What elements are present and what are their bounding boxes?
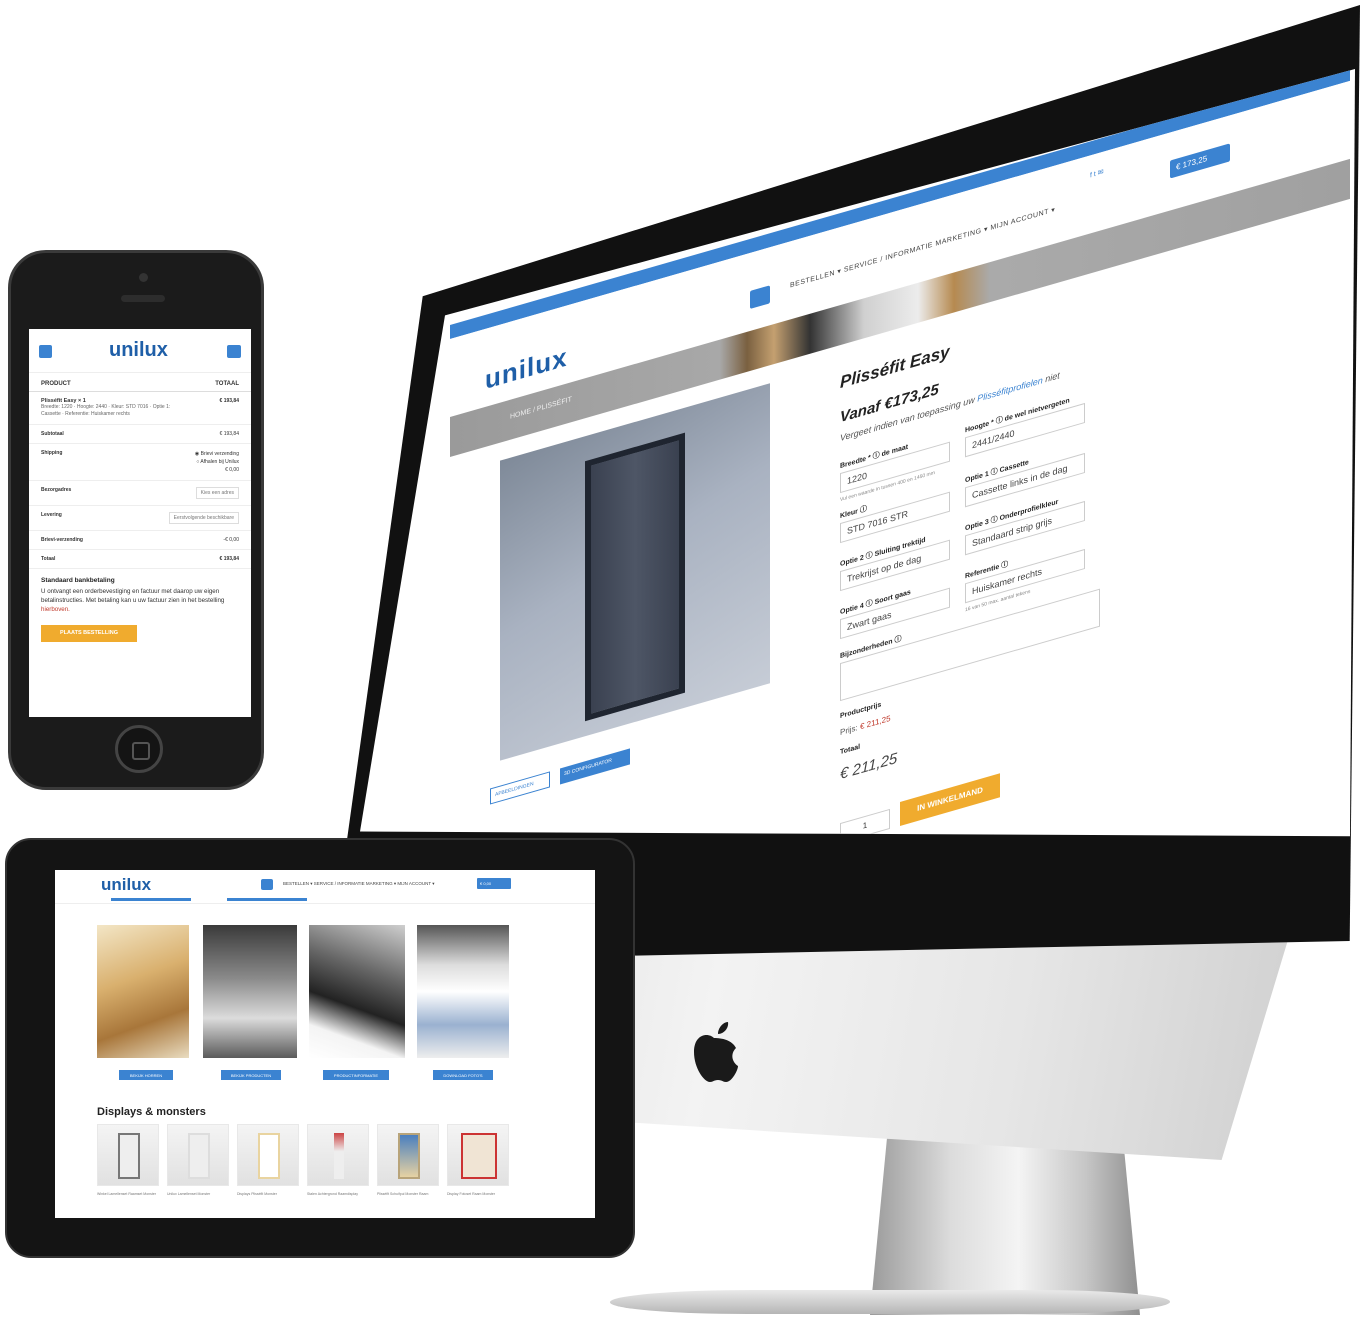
product-card-text[interactable]: Plisséfit Schuifpui Monster Raam (377, 1192, 439, 1197)
phone-header: unilux (29, 329, 251, 373)
order-table-header: PRODUCT TOTAAL (29, 381, 251, 392)
configurator-button[interactable]: 3D CONFIGURATOR (560, 748, 630, 785)
tablet-nav[interactable]: BESTELLEN ▾ SERVICE / INFORMATIE MARKETI… (283, 881, 435, 887)
view-products-button[interactable]: BEKIJK PRODUCTEN (221, 1070, 281, 1080)
product-card-text[interactable]: Winkel Lamellenset Raamset Monster (97, 1192, 159, 1197)
nav-underline (111, 898, 191, 901)
order-line-item: Plisséfit Easy × 1 Breedte: 1220 · Hoogt… (29, 392, 251, 425)
product-card-text[interactable]: Displays Plisséfit Monster (237, 1192, 299, 1197)
door-render (585, 432, 685, 722)
color-select[interactable]: STD 7016 STR (840, 491, 950, 544)
product-card-text[interactable]: Stalen Achtergrond Raamdisplay (307, 1192, 369, 1197)
phone-screen: unilux PRODUCT TOTAAL Plisséfit Easy × 1 … (29, 329, 251, 717)
cart-icon[interactable] (227, 345, 241, 358)
total-label: Totaal (840, 743, 861, 757)
add-to-cart-button[interactable]: IN WINKELMAND (900, 773, 1000, 826)
shipping-row[interactable]: Shipping ◉ Brievi verzending ○ Afhalen b… (29, 444, 251, 481)
bank-text: U ontvangt een orderbevestiging en factu… (41, 588, 225, 613)
address-row[interactable]: Bezorgadres Kies een adres (29, 481, 251, 506)
displays-section-title: Displays & monsters (97, 1106, 206, 1118)
nav-underline (227, 898, 307, 901)
phone-device: unilux PRODUCT TOTAAL Plisséfit Easy × 1 … (8, 250, 264, 790)
product-card-text[interactable]: Unilux Lamellenset Monster (167, 1192, 229, 1197)
menu-icon[interactable] (39, 345, 52, 358)
tablet-device: unilux BESTELLEN ▾ SERVICE / INFORMATIE … (5, 838, 635, 1258)
place-order-button[interactable]: PLAATS BESTELLING (41, 624, 137, 642)
product-card[interactable] (237, 1124, 299, 1186)
subtotal-row: Subtotaal € 193,84 (29, 425, 251, 444)
download-photos-button[interactable]: DOWNLOAD FOTO'S (433, 1070, 493, 1080)
delivery-row[interactable]: Levering Eerstvolgende beschikbare (29, 506, 251, 531)
discount-row: Brievi-verzending -€ 0,00 (29, 531, 251, 550)
product-card-text[interactable]: Display Fotoset Raam Monster (447, 1192, 509, 1197)
total-row: Totaal € 193,84 (29, 550, 251, 569)
category-photo-fotos[interactable] (417, 925, 509, 1058)
total-value: € 211,25 (840, 749, 898, 784)
apple-logo-icon (688, 1020, 740, 1086)
tablet-logo[interactable]: unilux (101, 875, 151, 895)
product-card[interactable] (377, 1124, 439, 1186)
phone-speaker (121, 295, 165, 302)
view-screens-button[interactable]: BEKIJK HORREN (119, 1070, 173, 1080)
imac-stand-base (607, 1290, 1173, 1314)
shipping-option-1[interactable]: ◉ Brievi verzending (195, 451, 239, 457)
product-card[interactable] (447, 1124, 509, 1186)
phone-camera (139, 273, 148, 282)
product-card[interactable] (97, 1124, 159, 1186)
delivery-select[interactable]: Eerstvolgende beschikbare (168, 512, 239, 524)
product-info-button[interactable]: PRODUCTINFORMATIE (323, 1070, 389, 1080)
address-select[interactable]: Kies een adres (195, 487, 239, 499)
bank-heading: Standaard bankbetaling (41, 577, 115, 584)
product-card[interactable] (307, 1124, 369, 1186)
product-image[interactable] (500, 383, 770, 761)
product-card[interactable] (167, 1124, 229, 1186)
category-photo-producten[interactable] (203, 925, 297, 1058)
phone-logo[interactable]: unilux (109, 339, 168, 362)
profile-link[interactable]: Plisséfitprofielen (977, 375, 1043, 404)
images-button[interactable]: AFBEELDINGEN (490, 771, 550, 805)
category-photo-productinformatie[interactable] (309, 925, 405, 1058)
home-button-icon[interactable] (115, 725, 163, 773)
search-icon[interactable] (261, 879, 273, 890)
category-photo-horren[interactable] (97, 925, 189, 1058)
tablet-cart-button[interactable]: € 0,00 (477, 878, 511, 889)
tablet-screen: unilux BESTELLEN ▾ SERVICE / INFORMATIE … (55, 870, 595, 1218)
shipping-option-2[interactable]: ○ Afhalen bij Unilux (196, 459, 239, 465)
